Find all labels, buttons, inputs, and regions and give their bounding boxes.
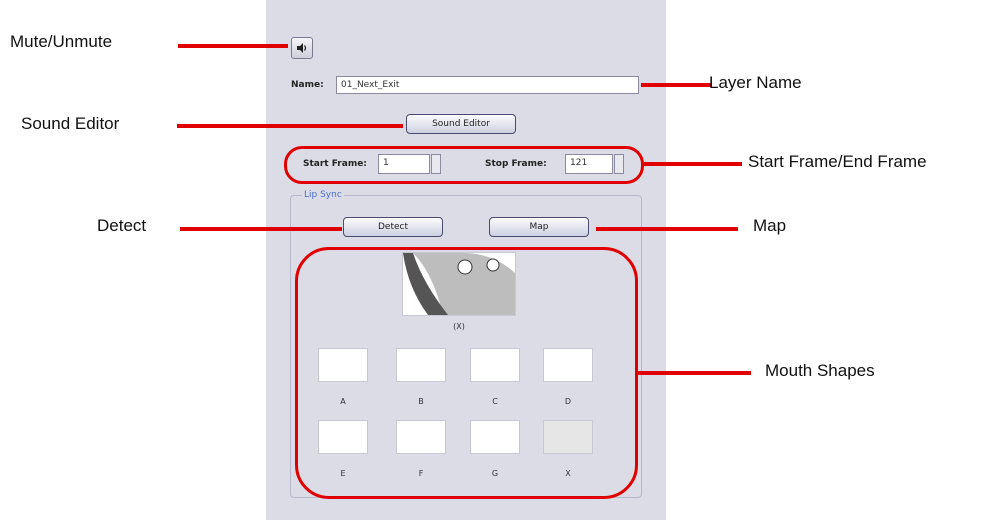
mouth-shapes-callout: Mouth Shapes	[765, 361, 875, 380]
map-callout-line	[596, 227, 738, 231]
layer-name-callout: Layer Name	[709, 73, 802, 92]
map-button[interactable]: Map	[489, 217, 589, 237]
mute-callout: Mute/Unmute	[10, 32, 113, 51]
detect-callout: Detect	[97, 216, 147, 235]
layer-name-callout-line	[641, 83, 711, 87]
lip-sync-label: Lip Sync	[302, 190, 344, 200]
start-end-callout-line	[644, 162, 742, 166]
sound-editor-button[interactable]: Sound Editor	[406, 114, 516, 134]
detect-callout-line	[180, 227, 342, 231]
mouth-shapes-callout-line	[637, 371, 751, 375]
detect-button[interactable]: Detect	[343, 217, 443, 237]
map-callout: Map	[753, 216, 787, 235]
mouth-shapes-highlight	[295, 247, 638, 499]
start-end-frame-highlight	[284, 146, 644, 184]
speaker-icon	[297, 43, 307, 53]
name-label: Name:	[291, 80, 324, 90]
sound-editor-callout-line	[177, 124, 403, 128]
start-end-callout: Start Frame/End Frame	[748, 152, 927, 171]
sound-editor-callout: Sound Editor	[21, 114, 120, 133]
mute-button[interactable]	[291, 37, 313, 59]
mute-callout-line	[178, 44, 288, 48]
layer-name-field[interactable]: 01_Next_Exit	[336, 76, 639, 94]
